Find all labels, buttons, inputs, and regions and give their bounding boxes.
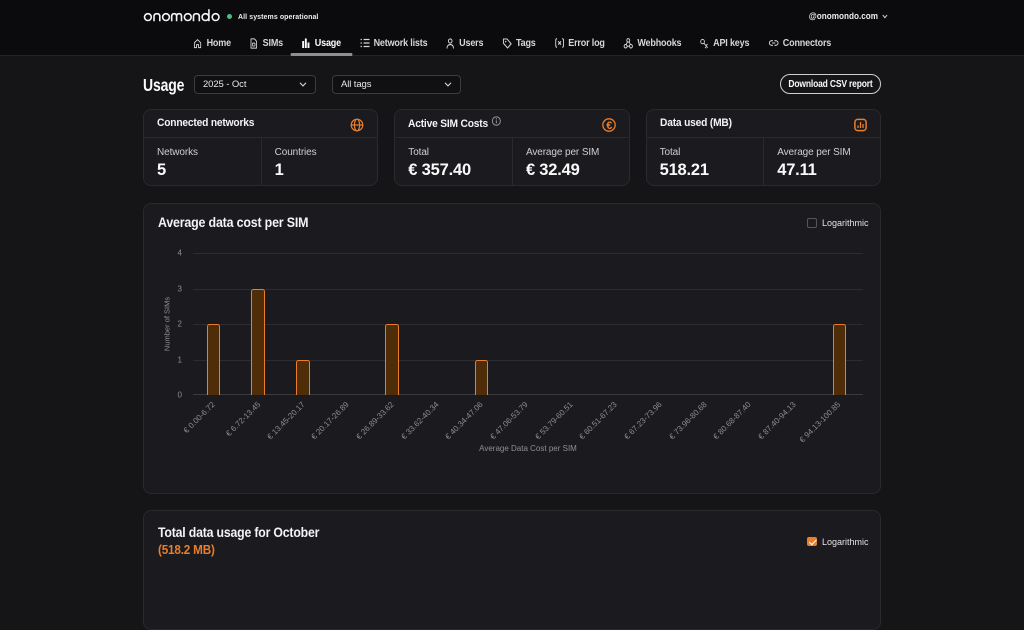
svg-text:€: € bbox=[606, 119, 612, 131]
